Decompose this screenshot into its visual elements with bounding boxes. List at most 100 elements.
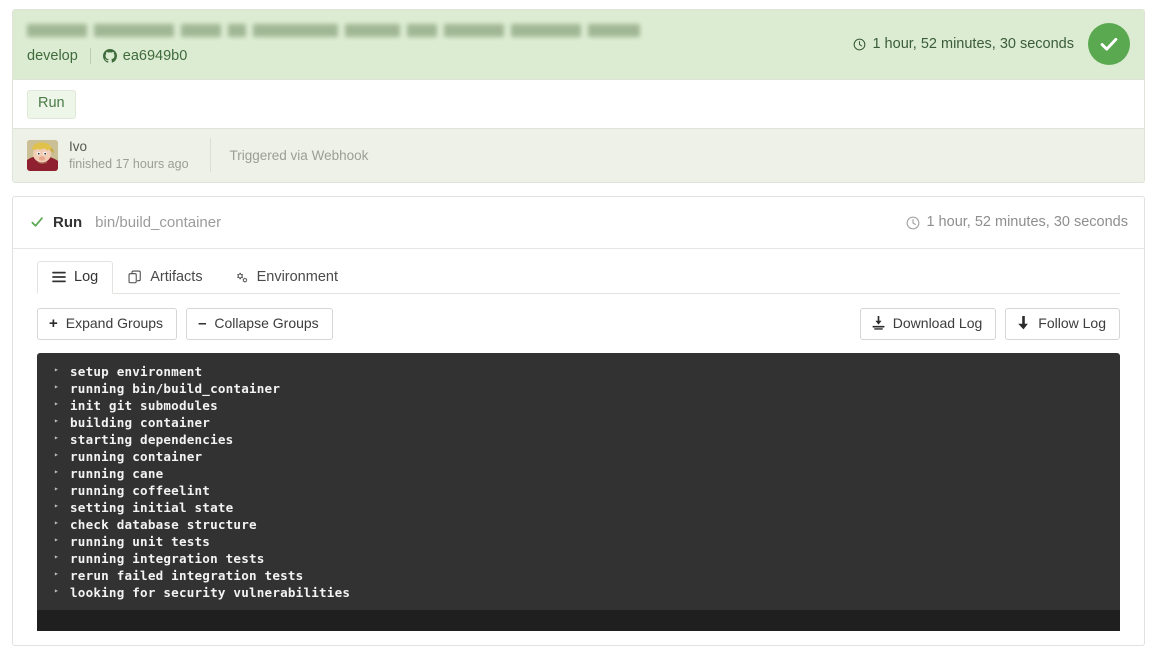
log-group-line[interactable]: ▸ check database structure	[37, 516, 1120, 533]
title-redaction-block	[253, 24, 338, 37]
run-tab-strip: Run	[13, 79, 1144, 128]
log-group-line[interactable]: ▸ init git submodules	[37, 397, 1120, 414]
run-detail-title-group: Run bin/build_container	[30, 214, 221, 231]
commit-sha: ea6949b0	[122, 48, 188, 64]
log-group-label: running unit tests	[70, 533, 211, 549]
run-tab-button[interactable]: Run	[27, 90, 76, 119]
author-divider	[209, 138, 211, 173]
log-actions: Download Log Follow Log	[859, 307, 1120, 340]
log-group-label: running container	[70, 448, 203, 464]
chevron-right-icon: ▸	[54, 501, 60, 511]
log-group-label: starting dependencies	[70, 431, 234, 447]
trigger-source: Triggered via Webhook	[229, 147, 369, 163]
log-group-line[interactable]: ▸ rerun failed integration tests	[37, 567, 1120, 584]
expand-groups-button[interactable]: + Expand Groups	[37, 307, 178, 340]
tab-log[interactable]: Log	[37, 260, 114, 294]
log-group-label: rerun failed integration tests	[70, 567, 304, 583]
meta-divider	[89, 48, 91, 64]
log-group-line[interactable]: ▸ running coffeelint	[37, 482, 1120, 499]
tab-environment-label: Environment	[256, 268, 338, 285]
log-console[interactable]: ▸ setup environment ▸ running bin/build_con…	[37, 352, 1120, 631]
log-group-line[interactable]: ▸ setting initial state	[37, 499, 1120, 516]
run-detail-label: Run	[53, 213, 83, 231]
artifacts-icon	[128, 270, 142, 284]
expand-groups-label: Expand Groups	[65, 314, 164, 331]
author-name: Ivo	[69, 138, 88, 154]
avatar[interactable]	[27, 139, 58, 171]
collapse-groups-button[interactable]: – Collapse Groups	[186, 307, 333, 340]
run-detail-command: bin/build_container	[95, 213, 222, 231]
log-group-line[interactable]: ▸ running container	[37, 448, 1120, 465]
log-group-label: looking for security vulnerabilities	[70, 584, 351, 600]
author-finished-time: finished 17 hours ago	[69, 156, 189, 171]
chevron-right-icon: ▸	[54, 552, 60, 562]
log-group-label: running bin/build_container	[70, 380, 281, 396]
tab-environment[interactable]: Environment	[218, 261, 353, 294]
log-group-line[interactable]: ▸ running cane	[37, 465, 1120, 482]
build-duration-text: 1 hour, 52 minutes, 30 seconds	[872, 36, 1074, 52]
follow-log-label: Follow Log	[1038, 314, 1106, 331]
chevron-right-icon: ▸	[54, 467, 60, 477]
status-badge	[1088, 23, 1130, 65]
title-redaction-block	[228, 24, 246, 37]
chevron-right-icon: ▸	[54, 433, 60, 443]
collapse-groups-label: Collapse Groups	[214, 314, 319, 331]
log-group-label: setting initial state	[70, 499, 234, 515]
chevron-right-icon: ▸	[54, 399, 60, 409]
plus-icon: +	[49, 314, 58, 332]
chevron-right-icon: ▸	[54, 450, 60, 460]
log-group-label: running coffeelint	[70, 482, 211, 498]
gears-icon	[233, 270, 249, 284]
tab-log-label: Log	[74, 268, 99, 285]
log-group-line[interactable]: ▸ setup environment	[37, 363, 1120, 380]
log-group-line[interactable]: ▸ starting dependencies	[37, 431, 1120, 448]
build-header-left: develop ea6949b0	[27, 21, 640, 65]
clock-icon	[853, 38, 866, 51]
log-group-line[interactable]: ▸ running integration tests	[37, 550, 1120, 567]
tab-artifacts[interactable]: Artifacts	[113, 261, 217, 294]
chevron-right-icon: ▸	[54, 586, 60, 596]
console-footer-bar	[37, 609, 1120, 631]
minus-icon: –	[198, 314, 207, 332]
download-log-label: Download Log	[892, 314, 983, 331]
title-redaction-block	[407, 24, 437, 37]
log-group-line[interactable]: ▸ running bin/build_container	[37, 380, 1120, 397]
author-info: Ivo finished 17 hours ago	[69, 139, 189, 173]
commit-link[interactable]: ea6949b0	[102, 48, 188, 64]
log-group-label: setup environment	[70, 363, 203, 379]
chevron-right-icon: ▸	[54, 382, 60, 392]
build-summary-card: develop ea6949b0 1 hour, 52 minutes, 30 …	[12, 9, 1145, 183]
chevron-right-icon: ▸	[54, 518, 60, 528]
check-icon	[30, 215, 44, 229]
arrow-down-icon	[1017, 316, 1030, 330]
log-toolbar: + Expand Groups – Collapse Groups Downlo…	[13, 294, 1144, 353]
title-redaction-block	[588, 24, 640, 37]
github-mark-icon	[102, 49, 117, 63]
run-detail-card: Run bin/build_container 1 hour, 52 minut…	[12, 195, 1145, 646]
chevron-right-icon: ▸	[54, 484, 60, 494]
title-redaction-block	[444, 24, 504, 37]
clock-icon	[906, 216, 920, 230]
log-group-line[interactable]: ▸ building container	[37, 414, 1120, 431]
download-log-button[interactable]: Download Log	[859, 307, 997, 340]
chevron-right-icon: ▸	[54, 569, 60, 579]
log-group-label: init git submodules	[70, 397, 218, 413]
build-header-right: 1 hour, 52 minutes, 30 seconds	[853, 21, 1130, 65]
log-group-label: check database structure	[70, 516, 257, 532]
check-circle-icon	[1098, 33, 1120, 55]
log-group-line[interactable]: ▸ running unit tests	[37, 533, 1120, 550]
branch-name[interactable]: develop	[27, 48, 78, 64]
follow-log-button[interactable]: Follow Log	[1005, 307, 1120, 340]
build-meta-row: develop ea6949b0	[27, 47, 640, 65]
author-strip: Ivo finished 17 hours ago Triggered via …	[13, 127, 1144, 182]
run-detail-duration: 1 hour, 52 minutes, 30 seconds	[906, 214, 1128, 230]
log-group-line[interactable]: ▸ looking for security vulnerabilities	[37, 584, 1120, 601]
group-controls: + Expand Groups – Collapse Groups	[37, 307, 333, 340]
tab-bar: Log Artifacts Environment	[13, 249, 1144, 294]
chevron-right-icon: ▸	[54, 535, 60, 545]
title-redaction-block	[181, 24, 221, 37]
console-bottom-space	[13, 631, 1144, 645]
log-group-label: building container	[70, 414, 211, 430]
title-redaction-block	[511, 24, 581, 37]
title-redaction-block	[94, 24, 174, 37]
